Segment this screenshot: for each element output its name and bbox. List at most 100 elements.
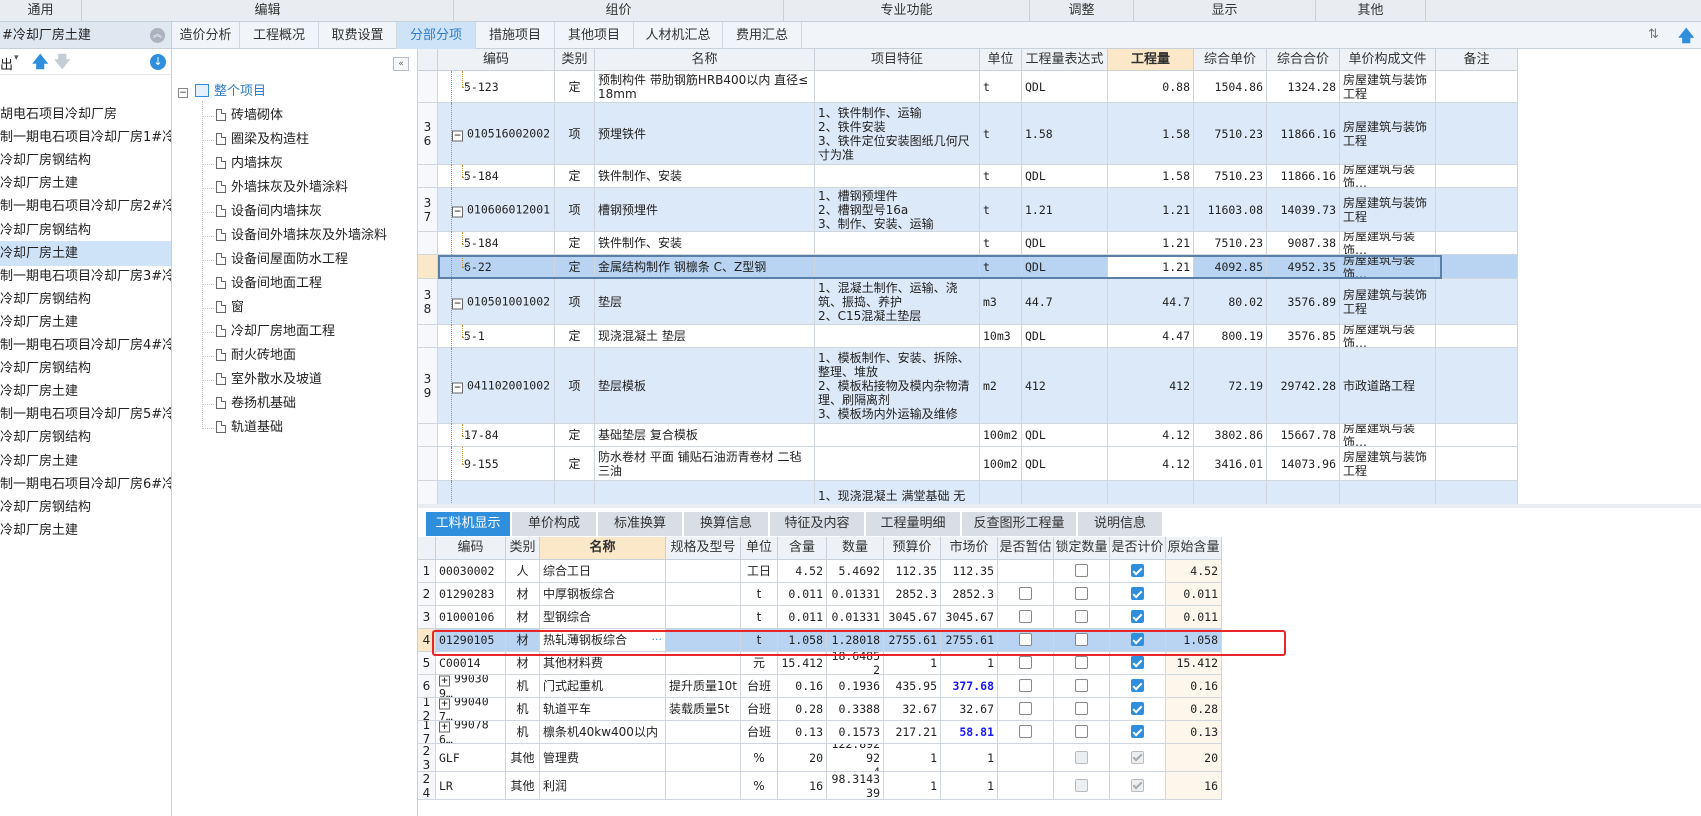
move-down-arrow-icon[interactable]: 🡇 <box>54 51 70 78</box>
grid-cell[interactable]: 800.19 <box>1194 325 1267 348</box>
tab-cost-analysis[interactable]: 造价分析 <box>172 22 240 49</box>
grid-cell[interactable] <box>1436 325 1518 348</box>
lock-quantity-checkbox[interactable] <box>1074 564 1088 577</box>
grid-cell[interactable] <box>980 481 1022 504</box>
menu-other[interactable]: 其他 <box>1316 0 1426 22</box>
menu-pricing[interactable]: 组价 <box>454 0 784 22</box>
grid-cell[interactable] <box>1436 232 1518 255</box>
grid-cell[interactable] <box>998 721 1054 744</box>
grid-cell[interactable]: 6-22 <box>438 255 555 279</box>
lock-quantity-checkbox[interactable] <box>1074 656 1088 669</box>
grid-cell[interactable]: 1.58 <box>1108 165 1194 188</box>
grid-cell[interactable]: % <box>741 772 778 800</box>
grid-cell[interactable]: 122.892924 <box>827 744 884 772</box>
grid-cell[interactable] <box>1436 255 1518 279</box>
grid-cell[interactable] <box>666 629 741 652</box>
grid-cell[interactable]: 16 <box>778 772 827 800</box>
grid-cell[interactable]: 定 <box>555 232 595 255</box>
tree-item[interactable]: 设备间屋面防水工程 <box>216 248 348 272</box>
grid-cell[interactable]: 材 <box>506 652 540 675</box>
lock-quantity-checkbox[interactable] <box>1074 633 1088 646</box>
grid-cell[interactable]: m2 <box>980 348 1022 424</box>
project-row[interactable]: 冷却厂房土建 <box>0 379 171 404</box>
column-header[interactable]: 单位 <box>980 49 1022 71</box>
grid-cell[interactable]: 材 <box>506 583 540 606</box>
column-header[interactable]: 是否暂估 <box>998 537 1054 560</box>
grid-cell[interactable]: 32.67 <box>884 698 941 721</box>
grid-cell[interactable]: 412 <box>1022 348 1108 424</box>
tab-sub-items[interactable]: 分部分项 <box>397 22 476 49</box>
grid-cell[interactable]: 11866.16 <box>1267 103 1340 165</box>
grid-cell[interactable]: 其他 <box>506 744 540 772</box>
grid-cell[interactable]: t <box>741 629 778 652</box>
grid-cell[interactable]: 29742.28 <box>1267 348 1340 424</box>
grid-cell[interactable]: 房屋建筑与装饰… <box>1340 424 1436 447</box>
grid-cell[interactable]: 1.058 <box>1166 629 1222 652</box>
grid-cell[interactable]: 1 <box>884 652 941 675</box>
tab-fee-settings[interactable]: 取费设置 <box>319 22 397 49</box>
expand-icon[interactable]: + <box>439 675 450 687</box>
grid-cell[interactable]: 房屋建筑与装饰工程 <box>1340 188 1436 232</box>
move-up-arrow-icon[interactable]: 🡅 <box>1678 25 1694 52</box>
grid-cell[interactable] <box>998 629 1054 652</box>
grid-cell[interactable]: +990786… <box>436 721 506 744</box>
grid-cell[interactable]: 3576.85 <box>1267 325 1340 348</box>
grid-cell[interactable]: QDL <box>1022 255 1108 279</box>
grid-cell[interactable]: 1324.28 <box>1267 71 1340 103</box>
grid-cell[interactable]: 32.67 <box>941 698 998 721</box>
grid-cell[interactable] <box>595 481 815 504</box>
grid-cell[interactable]: 10m3 <box>980 325 1022 348</box>
grid-cell[interactable]: QDL <box>1022 232 1108 255</box>
grid-cell[interactable]: −041102001002 <box>438 348 555 424</box>
grid-cell[interactable]: 项 <box>555 279 595 325</box>
grid-cell[interactable] <box>666 652 741 675</box>
tree-item[interactable]: 轨道基础 <box>216 416 283 440</box>
grid-cell[interactable]: −010516002002 <box>438 103 555 165</box>
grid-cell[interactable]: 5.4692 <box>827 560 884 583</box>
grid-cell[interactable]: 0.28 <box>1166 698 1222 721</box>
grid-cell[interactable] <box>1110 721 1166 744</box>
column-header[interactable]: 单位 <box>741 537 778 560</box>
grid-cell[interactable]: 其他 <box>506 772 540 800</box>
grid-cell[interactable]: 0.28 <box>778 698 827 721</box>
grid-cell[interactable] <box>815 71 980 103</box>
grid-cell[interactable]: 14039.73 <box>1267 188 1340 232</box>
grid-cell[interactable] <box>666 606 741 629</box>
grid-cell[interactable]: 元 <box>741 652 778 675</box>
tree-item[interactable]: 圈梁及构造柱 <box>216 128 309 152</box>
grid-cell[interactable]: 435.95 <box>884 675 941 698</box>
grid-cell[interactable]: 44.7 <box>1108 279 1194 325</box>
grid-cell[interactable]: 1.58 <box>1108 103 1194 165</box>
grid-cell[interactable]: 基础垫层 复合模板 <box>595 424 815 447</box>
grid-cell[interactable] <box>666 560 741 583</box>
grid-cell[interactable]: 定 <box>555 165 595 188</box>
grid-cell[interactable]: 铁件制作、安装 <box>595 232 815 255</box>
grid-cell[interactable]: 18.64852 <box>827 652 884 675</box>
expand-icon[interactable]: + <box>439 721 450 733</box>
project-row[interactable]: 制一期电石项目冷却厂房3#冷… <box>0 264 171 289</box>
grid-cell[interactable]: 房屋建筑与装饰… <box>1340 255 1436 279</box>
grid-cell[interactable]: 15.412 <box>778 652 827 675</box>
project-row[interactable]: 冷却厂房土建 <box>0 240 171 266</box>
grid-cell[interactable]: 定 <box>555 325 595 348</box>
grid-cell[interactable]: 2852.3 <box>884 583 941 606</box>
grid-cell[interactable]: 4952.35 <box>1267 255 1340 279</box>
estimate-checkbox[interactable] <box>1018 656 1032 669</box>
column-header[interactable]: 类别 <box>506 537 540 560</box>
grid-cell[interactable]: 2755.61 <box>884 629 941 652</box>
tree-item[interactable]: 内墙抹灰 <box>216 152 283 176</box>
column-header[interactable]: 原始含量 <box>1166 537 1222 560</box>
menu-professional[interactable]: 专业功能 <box>784 0 1030 22</box>
grid-cell[interactable]: QDL <box>1022 325 1108 348</box>
grid-cell[interactable]: 1 <box>884 744 941 772</box>
grid-cell[interactable] <box>815 424 980 447</box>
grid-cell[interactable] <box>1436 348 1518 424</box>
menu-general[interactable]: 通用 <box>0 0 82 22</box>
grid-cell[interactable]: 0.011 <box>1166 583 1222 606</box>
grid-cell[interactable]: 3576.89 <box>1267 279 1340 325</box>
column-header[interactable] <box>418 537 436 560</box>
grid-cell[interactable]: 提升质量10t <box>666 675 741 698</box>
grid-cell[interactable]: 100m2 <box>980 424 1022 447</box>
project-row[interactable]: 冷却厂房钢结构 <box>0 218 171 243</box>
priced-checkbox[interactable] <box>1130 656 1144 669</box>
